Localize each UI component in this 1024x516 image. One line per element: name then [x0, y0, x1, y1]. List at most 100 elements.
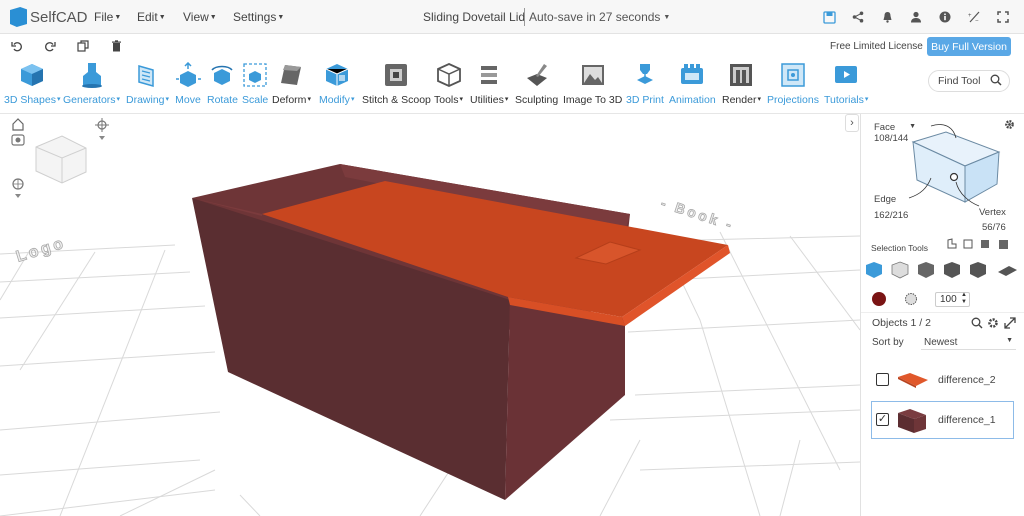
tool-move[interactable]: Move	[175, 62, 201, 106]
polygon-select-icon[interactable]	[970, 262, 986, 278]
tool-label: Move	[175, 94, 201, 106]
tool-tools[interactable]: Tools▾	[434, 62, 463, 106]
search-icon[interactable]	[971, 317, 981, 327]
chevron-down-icon[interactable]	[99, 136, 105, 140]
ground-text-logo[interactable]: Logo	[14, 234, 69, 266]
rotate-icon	[211, 65, 234, 85]
edit-menu[interactable]: Edit▼	[137, 10, 166, 24]
selfcad-logo-icon	[10, 7, 27, 27]
redo-icon[interactable]	[42, 38, 58, 54]
render-icon	[730, 64, 753, 86]
tool-modify[interactable]: Modify▾	[319, 62, 354, 106]
autosave-label: Auto-save in 27 seconds	[529, 10, 661, 24]
tool-deform[interactable]: Deform▾	[272, 62, 311, 106]
surface-select-icon[interactable]	[998, 266, 1017, 276]
vertex-label[interactable]: Vertex	[979, 207, 1006, 218]
autosave-status[interactable]: Auto-save in 27 seconds ▼	[529, 10, 670, 24]
material-icon[interactable]	[904, 292, 918, 306]
tool-stitch-scoop[interactable]: Stitch & Scoop	[362, 62, 431, 106]
file-menu[interactable]: File▼	[94, 10, 121, 24]
svg-text:−: −	[975, 19, 979, 24]
sort-select[interactable]: Newest ▼	[921, 334, 1016, 350]
info-icon[interactable]	[937, 9, 953, 25]
printer-icon	[636, 64, 653, 84]
settings-menu-label: Settings	[233, 10, 277, 24]
tool-render[interactable]: Render▾	[722, 62, 761, 106]
tool-generators[interactable]: Generators▾	[63, 62, 120, 106]
tool-label: Rotate	[207, 94, 238, 106]
gear-icon[interactable]	[988, 318, 998, 328]
settings-menu[interactable]: Settings▼	[233, 10, 284, 24]
lasso-select-icon[interactable]	[947, 238, 957, 249]
bell-icon[interactable]	[879, 9, 895, 25]
object-checkbox-checked[interactable]: ✓	[876, 413, 889, 426]
units-icon[interactable]: + −	[966, 9, 982, 25]
face-count: 108/144	[874, 133, 909, 144]
trash-icon[interactable]	[108, 38, 124, 54]
select-similar-icon[interactable]	[999, 240, 1008, 249]
view-menu[interactable]: View▼	[183, 10, 217, 24]
object-checkbox[interactable]	[876, 373, 889, 386]
object-select-icon[interactable]	[866, 262, 882, 278]
app-logo[interactable]: SelfCAD	[10, 7, 88, 27]
collapse-panel-icon[interactable]: ›	[845, 114, 859, 132]
tool-label: Modify	[319, 94, 350, 106]
fit-view-dot	[15, 137, 21, 143]
fullscreen-icon[interactable]	[995, 9, 1011, 25]
edge-label[interactable]: Edge	[874, 194, 896, 205]
tool-3d-print[interactable]: 3D Print	[626, 62, 664, 106]
object-thumbnail	[898, 373, 928, 388]
face-label[interactable]: Face ▼	[874, 122, 916, 133]
document-title[interactable]: Sliding Dovetail Lid	[423, 10, 525, 24]
ground-text-book[interactable]: - Book -	[659, 194, 737, 234]
tool-drawing[interactable]: Drawing▾	[126, 62, 169, 106]
tool-3d-shapes[interactable]: 3D Shapes▾	[4, 62, 60, 106]
color-swatch[interactable]	[872, 292, 886, 306]
view-cube[interactable]	[35, 135, 87, 184]
tool-projections[interactable]: Projections	[767, 62, 819, 106]
tool-label: Tutorials	[824, 94, 864, 106]
chevron-down-icon[interactable]	[15, 194, 21, 198]
title-divider	[524, 8, 525, 26]
home-icon[interactable]	[12, 118, 24, 131]
search-icon[interactable]	[990, 74, 1002, 86]
tool-label: Sculpting	[515, 94, 559, 106]
scene-canvas[interactable]: Logo - Book -	[0, 114, 860, 516]
gear-icon[interactable]	[1004, 119, 1015, 133]
share-icon[interactable]	[850, 9, 866, 25]
opacity-field[interactable]: 100 ▲ ▼	[935, 292, 970, 307]
tool-rotate[interactable]: Rotate	[207, 62, 238, 106]
stitch-scoop-icon	[385, 64, 408, 86]
object-list-item[interactable]: difference_2	[871, 361, 1014, 398]
edge-select-icon[interactable]	[918, 262, 934, 278]
box-select-icon[interactable]	[963, 239, 973, 249]
expand-icon[interactable]	[1004, 317, 1016, 329]
chevron-down-icon: ▼	[661, 14, 671, 21]
3d-viewport[interactable]: Logo - Book -	[0, 114, 860, 516]
save-icon[interactable]	[821, 9, 837, 25]
user-icon[interactable]	[908, 9, 924, 25]
stepper-arrows-icon[interactable]: ▲ ▼	[961, 292, 967, 306]
tool-image-to-3d[interactable]: Image To 3D	[563, 62, 622, 106]
app-name: SelfCAD	[30, 8, 88, 26]
tool-label: Scale	[242, 94, 269, 106]
tool-scale[interactable]: Scale	[242, 62, 268, 106]
tool-tutorials[interactable]: Tutorials▾	[824, 62, 868, 106]
objects-header-tools	[971, 317, 1016, 329]
copy-icon[interactable]	[75, 38, 91, 54]
tool-label: Tools	[434, 94, 459, 106]
tool-utilities[interactable]: Utilities▾	[470, 62, 508, 106]
tool-sculpting[interactable]: Sculpting	[515, 62, 558, 106]
chevron-down-icon: ▼	[277, 14, 285, 21]
undo-icon[interactable]	[9, 38, 25, 54]
buy-full-version-button[interactable]: Buy Full Version	[927, 37, 1011, 56]
tool-animation[interactable]: Animation	[669, 62, 716, 106]
chevron-down-icon: ▾	[757, 96, 761, 103]
diagram-vertex-point[interactable]	[949, 172, 959, 182]
vertex-select-icon[interactable]	[944, 262, 960, 278]
face-select-icon[interactable]	[891, 261, 909, 279]
chevron-down-icon: ▼	[158, 14, 166, 21]
object-list-item-selected[interactable]: ✓ difference_1	[871, 401, 1014, 439]
find-tool-input[interactable]: Find Tool	[928, 70, 1010, 92]
select-all-icon[interactable]	[981, 240, 989, 248]
